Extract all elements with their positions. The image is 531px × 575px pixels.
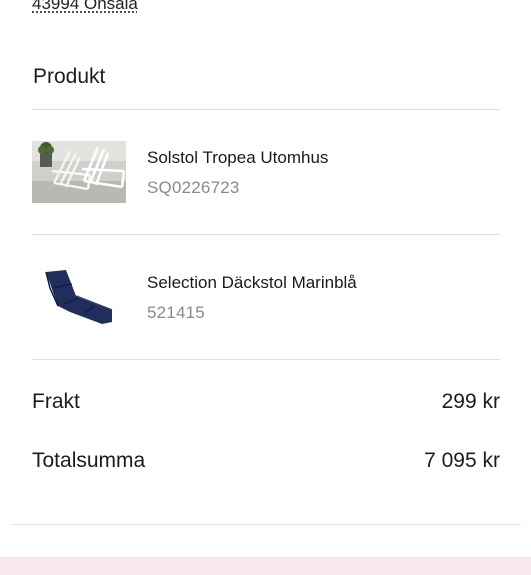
product-item-dackstol: Selection Däckstol Marinblå 521415 [32,266,500,356]
delivery-address-line[interactable]: 43994 Onsala [32,0,138,14]
product-image-chairs [32,141,126,203]
product-item-solstol: Solstol Tropea Utomhus SQ0226723 [32,141,500,231]
divider [32,359,500,360]
shipping-label: Frakt [32,390,80,413]
product-image-cushion [32,266,126,328]
notice-banner [0,557,531,575]
section-divider [11,524,521,525]
product-sku: SQ0226723 [147,178,240,197]
divider [32,234,500,235]
total-value: 7 095 kr [424,449,500,472]
product-sku: 521415 [147,303,205,322]
products-section-title: Produkt [33,65,106,88]
product-name[interactable]: Solstol Tropea Utomhus [147,148,328,168]
divider [32,109,500,110]
total-label: Totalsumma [32,449,146,472]
product-name[interactable]: Selection Däckstol Marinblå [147,273,357,293]
shipping-value: 299 kr [441,390,500,413]
